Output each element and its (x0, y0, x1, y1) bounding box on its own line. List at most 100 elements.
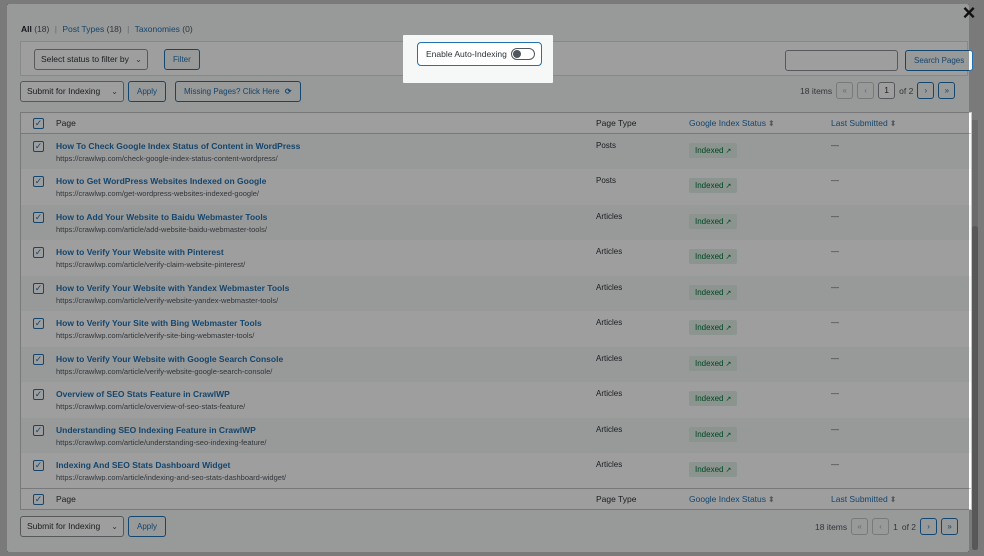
col-page-type-footer: Page Type (590, 488, 683, 510)
page-title-link[interactable]: How To Check Google Index Status of Cont… (56, 141, 584, 151)
index-status-cell: Indexed ↗ (683, 133, 825, 169)
prev-page-button[interactable]: ‹ (872, 518, 890, 535)
col-last-submitted-footer[interactable]: Last Submitted ⬍ (825, 488, 972, 510)
row-checkbox[interactable]: ✓ (33, 389, 44, 400)
sort-last-submitted-link[interactable]: Last Submitted (831, 494, 888, 504)
page-title-link[interactable]: How to Verify Your Website with Yandex W… (56, 283, 584, 293)
filter-taxonomies-link[interactable]: Taxonomies (135, 24, 180, 34)
search-pages-button[interactable]: Search Pages (905, 50, 974, 71)
status-text: Indexed (695, 252, 724, 261)
sort-icon: ⬍ (889, 119, 897, 128)
row-checkbox[interactable]: ✓ (33, 282, 44, 294)
row-checkbox[interactable]: ✓ (33, 318, 44, 329)
filter-post-types-link[interactable]: Post Types (62, 24, 104, 34)
current-page-input[interactable]: 1 (878, 82, 896, 99)
row-checkbox[interactable]: ✓ (33, 176, 44, 187)
col-google-index-status[interactable]: Google Index Status ⬍ (683, 112, 825, 134)
status-text: Indexed (695, 465, 724, 474)
sort-icon: ⬍ (889, 495, 897, 504)
missing-pages-button[interactable]: Missing Pages? Click Here ⟳ (175, 81, 301, 102)
page-title-link[interactable]: Indexing And SEO Stats Dashboard Widget (56, 460, 584, 470)
external-link-icon: ↗ (725, 431, 732, 439)
row-checkbox-cell: ✓ (20, 133, 50, 169)
bulk-action-value: Submit for Indexing (27, 521, 101, 531)
bulk-action-select-top[interactable]: Submit for Indexing ⌄ (20, 81, 124, 102)
first-page-button[interactable]: « (836, 82, 854, 99)
apply-button-bottom[interactable]: Apply (128, 516, 167, 537)
indexed-badge[interactable]: Indexed ↗ (689, 426, 738, 442)
search-input[interactable] (785, 50, 898, 71)
row-checkbox[interactable]: ✓ (33, 247, 44, 258)
row-checkbox[interactable]: ✓ (33, 141, 44, 152)
table-header-row: ✓ Page Page Type Google Index Status ⬍ La… (20, 112, 972, 134)
row-checkbox[interactable]: ✓ (33, 211, 44, 223)
external-link-icon: ↗ (725, 325, 732, 332)
indexed-badge[interactable]: Indexed ↗ (689, 320, 738, 335)
sort-last-submitted-link[interactable]: Last Submitted (831, 118, 888, 128)
auto-indexing-toggle[interactable] (511, 48, 535, 60)
page-title-link[interactable]: How to Verify Your Site with Bing Webmas… (56, 318, 584, 328)
status-text: Indexed (695, 181, 724, 190)
col-google-index-status-footer[interactable]: Google Index Status ⬍ (683, 488, 825, 510)
page-title-link[interactable]: How to Verify Your Website with Pinteres… (56, 247, 584, 257)
status-text: Indexed (695, 429, 724, 439)
scrollbar-thumb[interactable] (972, 226, 978, 550)
page-title-link[interactable]: How to Get WordPress Websites Indexed on… (56, 176, 584, 186)
bulk-action-select-bottom[interactable]: Submit for Indexing ⌄ (20, 516, 124, 537)
indexed-badge[interactable]: Indexed ↗ (689, 178, 738, 193)
page-type-cell: Articles (590, 417, 683, 453)
page-type-cell: Articles (590, 204, 683, 240)
indexed-badge[interactable]: Indexed ↗ (689, 143, 738, 158)
filter-all-link[interactable]: All (21, 24, 32, 34)
indexed-badge[interactable]: Indexed ↗ (689, 355, 738, 371)
status-text: Indexed (695, 146, 724, 155)
apply-button-top[interactable]: Apply (128, 81, 167, 102)
table-row: ✓ How to Verify Your Site with Bing Webma… (21, 311, 972, 347)
indexed-badge[interactable]: Indexed ↗ (689, 462, 738, 477)
prev-page-button[interactable]: ‹ (857, 82, 875, 99)
col-page: Page (50, 112, 590, 134)
filter-button[interactable]: Filter (164, 49, 200, 70)
external-link-icon: ↗ (725, 254, 732, 261)
index-status-cell: Indexed ↗ (683, 275, 825, 311)
last-page-button[interactable]: » (941, 518, 959, 535)
index-status-cell: Indexed ↗ (683, 382, 825, 418)
last-submitted-cell: — (825, 275, 972, 311)
page-cell: How to Add Your Website to Baidu Webmast… (50, 204, 590, 240)
row-checkbox-cell: ✓ (21, 453, 51, 489)
indexed-badge[interactable]: Indexed ↗ (689, 213, 738, 229)
indexed-badge[interactable]: Indexed ↗ (689, 249, 738, 264)
page-title-link[interactable]: How to Add Your Website to Baidu Webmast… (56, 212, 584, 222)
col-last-submitted[interactable]: Last Submitted ⬍ (825, 112, 972, 134)
page-type-cell: Articles (590, 346, 683, 382)
page-url: https://crawlwp.com/check-google-index-s… (56, 154, 278, 163)
status-filter-select[interactable]: Select status to filter by ⌄ (34, 49, 148, 70)
table-row: ✓ Overview of SEO Stats Feature in CrawlW… (21, 382, 972, 418)
table-row: ✓ How to Verify Your Website with Pintere… (21, 240, 972, 276)
last-page-button[interactable]: » (938, 82, 956, 99)
index-status-cell: Indexed ↗ (683, 204, 825, 240)
page-title-link[interactable]: Overview of SEO Stats Feature in CrawlWP (56, 389, 584, 399)
next-page-button[interactable]: › (917, 82, 935, 99)
page-title-link[interactable]: Understanding SEO Indexing Feature in Cr… (56, 425, 584, 435)
separator: | (54, 24, 57, 34)
select-all-checkbox-footer[interactable]: ✓ (33, 493, 44, 505)
refresh-icon: ⟳ (284, 87, 292, 96)
indexed-badge[interactable]: Indexed ↗ (689, 284, 738, 300)
auto-indexing-control[interactable]: Enable Auto-Indexing (417, 42, 542, 66)
row-checkbox-cell: ✓ (21, 169, 51, 205)
next-page-button[interactable]: › (920, 518, 938, 535)
row-checkbox[interactable]: ✓ (33, 460, 44, 471)
row-checkbox[interactable]: ✓ (33, 424, 44, 436)
row-checkbox[interactable]: ✓ (33, 353, 44, 365)
indexed-badge[interactable]: Indexed ↗ (689, 391, 738, 406)
page-title-link[interactable]: How to Verify Your Website with Google S… (56, 354, 584, 364)
sort-index-status-link[interactable]: Google Index Status (689, 494, 766, 504)
first-page-button[interactable]: « (851, 518, 869, 535)
sort-index-status-link[interactable]: Google Index Status (689, 118, 766, 128)
close-icon[interactable]: × (960, 2, 978, 24)
items-count: 18 items (815, 521, 848, 532)
index-status-cell: Indexed ↗ (683, 169, 825, 205)
select-all-checkbox[interactable]: ✓ (33, 117, 44, 129)
table-row: ✓ How to Add Your Website to Baidu Webmas… (20, 204, 972, 240)
